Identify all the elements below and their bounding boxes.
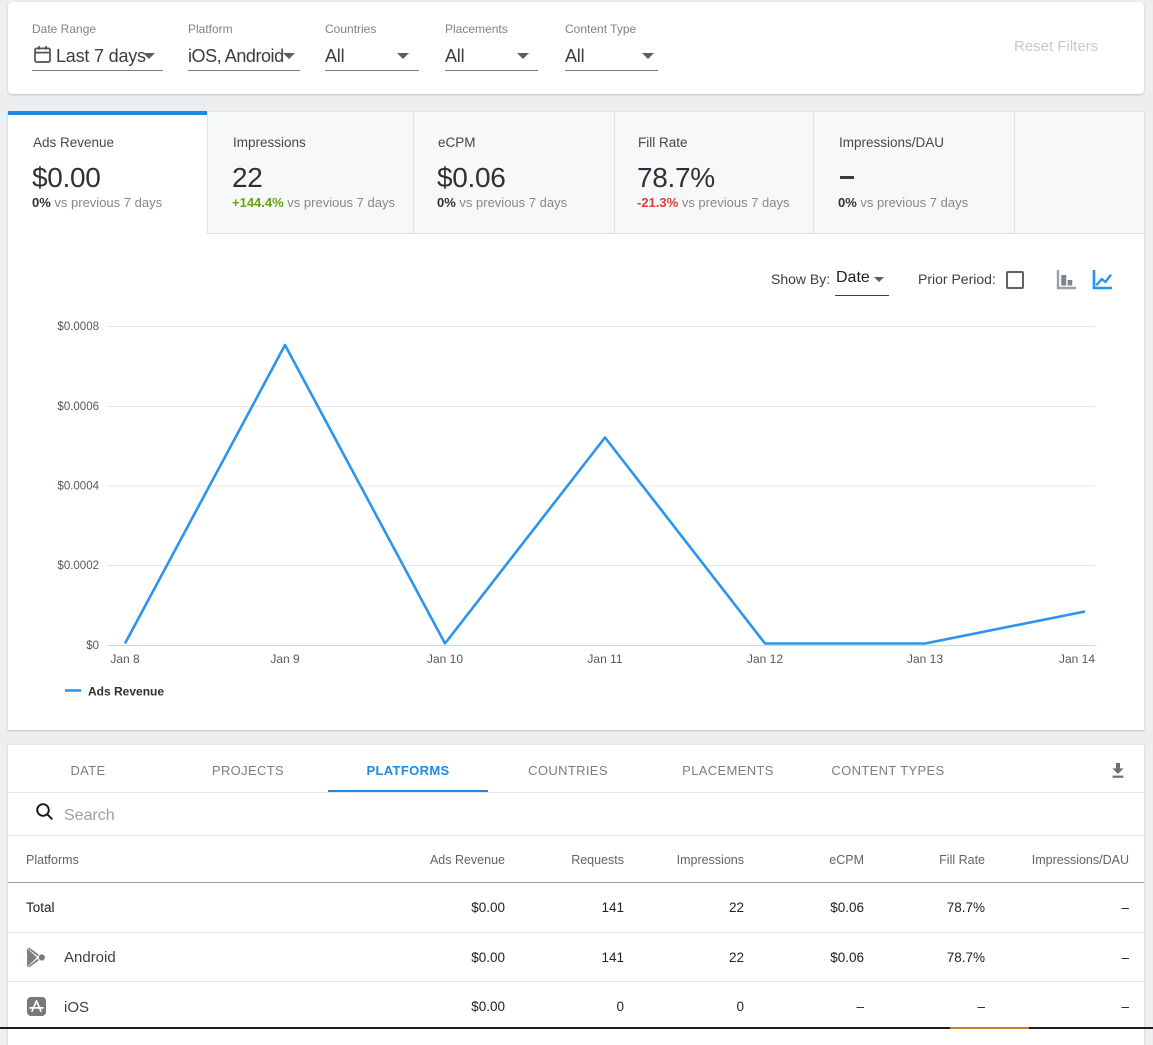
svg-text:Jan 10: Jan 10 — [427, 652, 463, 666]
svg-text:Jan 11: Jan 11 — [587, 652, 622, 666]
svg-text:$0: $0 — [86, 640, 99, 652]
svg-text:Jan 9: Jan 9 — [270, 652, 300, 666]
svg-text:$0.0008: $0.0008 — [57, 321, 99, 333]
svg-text:$0.0002: $0.0002 — [57, 560, 99, 572]
svg-text:Jan 13: Jan 13 — [907, 652, 943, 666]
svg-text:Jan 12: Jan 12 — [747, 652, 783, 666]
svg-text:$0.0004: $0.0004 — [57, 481, 99, 493]
svg-text:$0.0006: $0.0006 — [57, 401, 99, 413]
svg-text:Jan 8: Jan 8 — [110, 652, 140, 666]
svg-text:Ads Revenue: Ads Revenue — [88, 685, 164, 699]
svg-text:Jan 14: Jan 14 — [1059, 652, 1095, 666]
